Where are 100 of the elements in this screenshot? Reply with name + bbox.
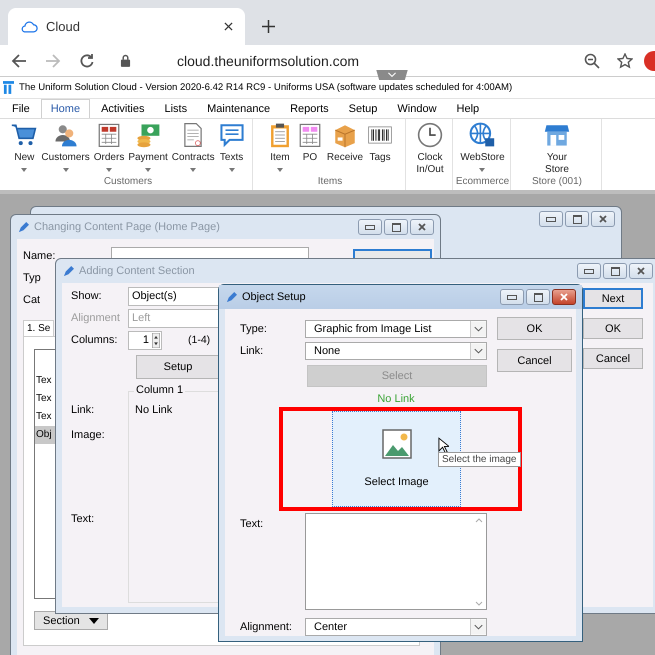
ribbon-button[interactable]: Tags	[365, 119, 396, 176]
zoom-icon[interactable]	[584, 52, 600, 68]
close-button[interactable]	[591, 211, 615, 227]
group-title: Column 1	[134, 384, 186, 396]
tab[interactable]: 1. Se	[23, 320, 54, 336]
ribbon-button[interactable]: WebStore	[458, 119, 507, 176]
maximize-button[interactable]	[565, 211, 589, 227]
minimize-button[interactable]	[358, 219, 382, 235]
window-title: Object Setup	[242, 291, 307, 303]
ribbon-button[interactable]: Contracts	[170, 119, 217, 176]
menu-tab[interactable]: Help	[448, 100, 488, 118]
menu-tab[interactable]: Maintenance	[198, 100, 280, 118]
group-label: Ecommerce	[456, 176, 510, 189]
ribbon-button[interactable]: Customers	[39, 119, 92, 176]
field-label: Typ	[23, 272, 42, 284]
pencil-icon	[18, 222, 29, 232]
minimize-button[interactable]	[577, 263, 601, 279]
text-area[interactable]	[305, 513, 487, 610]
alignment-dropdown[interactable]: Center	[305, 618, 487, 636]
ribbon-button[interactable]: PO	[294, 119, 325, 176]
back-arrow-icon[interactable]	[11, 52, 27, 68]
close-icon	[560, 293, 568, 301]
dialog-button[interactable]: OK	[583, 318, 643, 339]
menu-tab[interactable]: Setup	[340, 100, 386, 118]
money-icon	[135, 122, 162, 148]
ribbon-button[interactable]: Texts	[216, 119, 247, 176]
field-label: Columns:	[71, 334, 118, 346]
ribbon-button[interactable]: Receive	[324, 119, 366, 176]
window-title: Changing Content Page (Home Page)	[34, 221, 221, 233]
menu-tab[interactable]: Lists	[155, 100, 196, 118]
menu-tab[interactable]: File	[3, 100, 39, 118]
ribbon-button[interactable]: Your Store	[542, 119, 572, 176]
group-label: Store (001)	[532, 176, 582, 189]
field-label: Cat	[23, 294, 42, 306]
type-dropdown[interactable]: Graphic from Image List	[305, 320, 487, 338]
menu-tab[interactable]: Reports	[281, 100, 338, 118]
close-button[interactable]	[629, 263, 653, 279]
reload-icon[interactable]	[79, 52, 95, 68]
field-label: Text:	[71, 513, 96, 525]
form-icon	[296, 122, 323, 148]
group-label: Items	[318, 176, 342, 189]
field-label: Image:	[71, 429, 106, 441]
ribbon-button[interactable]: New	[9, 119, 40, 176]
star-icon[interactable]	[617, 52, 633, 68]
field-label: Link:	[240, 345, 264, 357]
ribbon-button[interactable]: Clock In/Out	[414, 119, 446, 190]
new-tab-icon[interactable]	[262, 20, 275, 33]
maximize-button[interactable]	[603, 263, 627, 279]
dialog-button[interactable]: Cancel	[497, 349, 572, 372]
dialog-button[interactable]: Next	[583, 288, 643, 309]
range-hint: (1-4)	[188, 334, 210, 346]
dropdown-arrow-icon	[470, 321, 486, 337]
menu-tab[interactable]: Window	[388, 100, 446, 118]
close-button[interactable]	[410, 219, 434, 235]
field-label: Alignment	[71, 312, 121, 324]
scrollbar-arrows-icon	[474, 516, 484, 608]
maximize-button[interactable]	[384, 219, 408, 235]
minimize-button[interactable]	[539, 211, 563, 227]
cloud-icon	[20, 20, 38, 33]
address-field[interactable]: cloud.theuniformsolution.com	[110, 46, 633, 74]
link-dropdown[interactable]: None	[305, 342, 487, 360]
dialog-button[interactable]: Cancel	[583, 348, 643, 369]
menu-tab[interactable]: Home	[40, 99, 90, 118]
tooltip: Select the image	[438, 452, 520, 467]
lock-icon	[120, 54, 131, 67]
mouse-cursor-icon	[438, 437, 449, 454]
cart-icon	[11, 122, 38, 148]
app-logo-icon	[3, 81, 14, 94]
app-title: The Uniform Solution Cloud - Version 2020-6.42 R14 RC9 - Uniforms USA (software updates scheduled for 4:00AM)	[19, 82, 512, 93]
setup-button[interactable]: Setup	[136, 355, 220, 379]
close-button[interactable]	[552, 289, 576, 305]
spinner-arrows-icon[interactable]	[152, 332, 160, 348]
close-icon[interactable]	[224, 22, 233, 31]
link-status: No Link	[376, 393, 416, 405]
field-label: Type:	[240, 323, 268, 335]
pencil-icon	[226, 292, 237, 302]
ribbon-button[interactable]: Orders	[92, 119, 126, 176]
field-label: Show:	[71, 290, 103, 302]
browser-tab[interactable]: Cloud	[8, 8, 245, 45]
image-icon	[382, 429, 412, 459]
link-value: No Link	[135, 404, 174, 416]
ribbon-button[interactable]: Item	[264, 119, 295, 176]
minimize-button[interactable]	[500, 289, 524, 305]
field-label: Name:	[23, 250, 56, 262]
close-icon	[599, 215, 607, 223]
window-title: Adding Content Section	[79, 265, 196, 277]
chat-bubble-icon	[218, 122, 245, 148]
close-icon	[418, 223, 426, 231]
dropdown-arrow-icon	[470, 343, 486, 359]
pencil-icon	[63, 266, 74, 276]
maximize-button[interactable]	[526, 289, 550, 305]
close-icon	[637, 267, 645, 275]
field-label: Link:	[71, 404, 96, 416]
field-label: Alignment:	[240, 621, 293, 633]
columns-spinner[interactable]: 1	[128, 330, 162, 350]
dialog-button[interactable]: OK	[497, 317, 572, 340]
field-label: Text:	[240, 518, 264, 530]
ribbon-button[interactable]: Payment	[126, 119, 170, 176]
clock-icon	[416, 122, 443, 148]
menu-tab[interactable]: Activities	[92, 100, 154, 118]
